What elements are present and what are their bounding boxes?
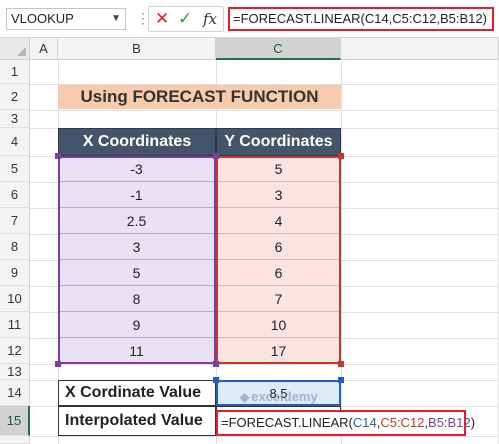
grid-line [30, 110, 499, 111]
column-header-blank [341, 38, 499, 60]
y-value-cell[interactable]: 6 [216, 260, 341, 286]
y-value-cell[interactable]: 17 [216, 338, 341, 364]
formula-ref-c14: C14 [352, 415, 377, 430]
row-header-11[interactable]: 11 [0, 312, 30, 338]
row-header-4[interactable]: 4 [0, 128, 30, 156]
range-handle[interactable] [338, 153, 344, 159]
name-box[interactable]: VLOOKUP ▼ [6, 8, 126, 30]
x-coordinates-header[interactable]: X Coordinates [58, 128, 216, 156]
grid-line [30, 436, 499, 437]
chevron-down-icon[interactable]: ▼ [111, 9, 121, 29]
column-header-c[interactable]: C [216, 38, 341, 60]
x-cordinate-value-label[interactable]: X Cordinate Value [58, 380, 216, 406]
y-value-cell[interactable]: 7 [216, 286, 341, 312]
row-header-1[interactable]: 1 [0, 60, 30, 84]
row-header-13[interactable]: 13 [0, 364, 30, 380]
insert-function-icon[interactable]: fx [203, 9, 217, 29]
sheet-title[interactable]: Using FORECAST FUNCTION [58, 85, 341, 109]
range-handle[interactable] [213, 153, 219, 159]
name-box-value: VLOOKUP [11, 11, 74, 26]
row-header-16[interactable] [0, 436, 30, 444]
x-value-cell[interactable]: 2.5 [58, 208, 216, 234]
row-header-10[interactable]: 10 [0, 286, 30, 312]
x-value-cell[interactable]: 9 [58, 312, 216, 338]
range-handle[interactable] [338, 377, 344, 383]
interpolated-value-label[interactable]: Interpolated Value [58, 406, 216, 436]
x-value-cell[interactable]: 8 [58, 286, 216, 312]
formula-suffix: ) [470, 415, 476, 430]
row-header-12[interactable]: 12 [0, 338, 30, 364]
x-value-cell[interactable]: 3 [58, 234, 216, 260]
confirm-icon[interactable]: ✓ [178, 9, 192, 29]
row-header-9[interactable]: 9 [0, 260, 30, 286]
watermark: ◆ exceldemy [240, 389, 318, 404]
row-header-2[interactable]: 2 [0, 84, 30, 110]
y-value-cell[interactable]: 6 [216, 234, 341, 260]
row-header-15[interactable]: 15 [0, 406, 30, 436]
formula-bar: VLOOKUP ▼ ⋮ ✕ ✓ fx =FORECAST.LINEAR(C14,… [0, 0, 499, 38]
x-value-cell[interactable]: 11 [58, 338, 216, 364]
formula-input[interactable]: =FORECAST.LINEAR(C14,C5:C12,B5:B12) [228, 7, 494, 31]
formula-ref-b5-b12: B5:B12 [428, 415, 471, 430]
y-value-cell[interactable]: 4 [216, 208, 341, 234]
range-handle[interactable] [213, 377, 219, 383]
formula-buttons: ✕ ✓ fx [148, 6, 224, 32]
formula-ref-c5-c12: C5:C12 [380, 415, 425, 430]
cell-edit-box[interactable]: =FORECAST.LINEAR(C14,C5:C12,B5:B12) [216, 410, 475, 436]
formula-prefix: =FORECAST.LINEAR( [221, 415, 353, 430]
select-all-corner[interactable] [0, 38, 30, 60]
row-header-14[interactable]: 14 [0, 380, 30, 406]
y-coordinates-header[interactable]: Y Coordinates [216, 128, 341, 156]
x-value-cell[interactable]: -1 [58, 182, 216, 208]
select-all-icon [17, 47, 26, 56]
column-header-b[interactable]: B [58, 38, 216, 60]
row-header-5[interactable]: 5 [0, 156, 30, 182]
row-header-7[interactable]: 7 [0, 208, 30, 234]
grid-line [341, 60, 342, 444]
range-handle[interactable] [55, 153, 61, 159]
cancel-icon[interactable]: ✕ [155, 9, 169, 29]
x-value-cell[interactable]: -3 [58, 156, 216, 182]
row-header-3[interactable]: 3 [0, 110, 30, 128]
range-handle[interactable] [338, 361, 344, 367]
column-header-a[interactable]: A [30, 38, 58, 60]
row-header-8[interactable]: 8 [0, 234, 30, 260]
row-header-6[interactable]: 6 [0, 182, 30, 208]
range-handle[interactable] [55, 361, 61, 367]
watermark-logo-icon: ◆ [240, 390, 250, 404]
x-value-cell[interactable]: 5 [58, 260, 216, 286]
watermark-text: exceldemy [251, 389, 318, 404]
y-value-cell[interactable]: 10 [216, 312, 341, 338]
grid-line [30, 364, 499, 365]
y-value-cell[interactable]: 5 [216, 156, 341, 182]
y-value-cell[interactable]: 3 [216, 182, 341, 208]
range-handle[interactable] [213, 361, 219, 367]
